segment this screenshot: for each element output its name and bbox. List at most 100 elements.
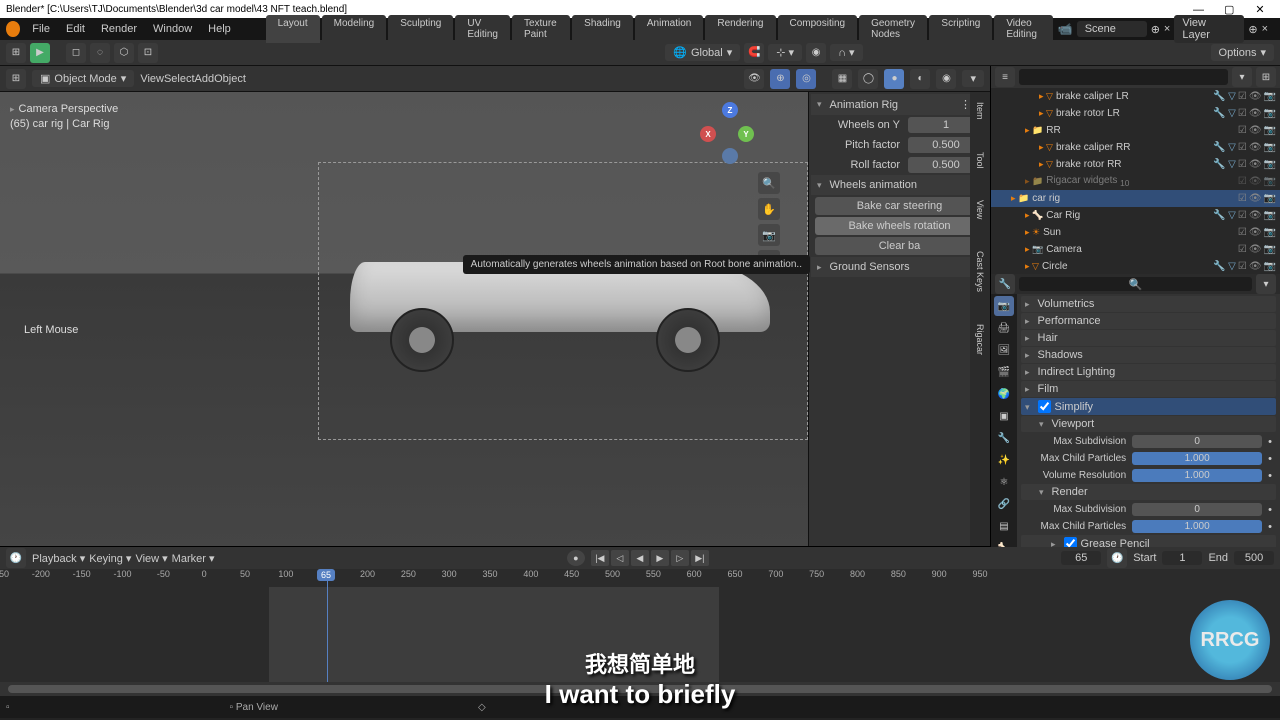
orientation-dropdown[interactable]: 🌐 Global ▾: [665, 44, 740, 61]
tab-render[interactable]: 📷: [994, 296, 1014, 316]
close-button[interactable]: ✕: [1246, 3, 1274, 16]
timeline-track-area[interactable]: [0, 587, 1280, 682]
filter-icon[interactable]: ▾: [1232, 67, 1252, 87]
tab-data[interactable]: ▤: [994, 516, 1014, 536]
overlay-icon[interactable]: ◎: [796, 69, 816, 89]
new-scene-icon[interactable]: ⊕: [1151, 23, 1160, 36]
n-tab-rigacar[interactable]: Rigacar: [973, 318, 987, 361]
tab-shading[interactable]: Shading: [572, 15, 633, 43]
proportional-icon[interactable]: ◉: [806, 43, 826, 63]
timeline-menu-marker[interactable]: Marker ▾: [172, 552, 215, 565]
timeline-menu-view[interactable]: View ▾: [135, 552, 167, 565]
tab-physics[interactable]: ⚛: [994, 472, 1014, 492]
props-editor-type-icon[interactable]: 🔧: [995, 274, 1015, 294]
outliner-item[interactable]: ▸ ▽brake caliper LR🔧 ▽☑👁📷: [991, 88, 1280, 105]
xray-icon[interactable]: ▦: [832, 69, 852, 89]
gizmo-icon[interactable]: ⊕: [770, 69, 790, 89]
tab-compositing[interactable]: Compositing: [778, 15, 858, 43]
end-frame-field[interactable]: 500: [1234, 551, 1274, 565]
keyframe-next-icon[interactable]: ▷: [671, 550, 689, 566]
outliner-display-mode-icon[interactable]: ≡: [995, 67, 1015, 87]
viewport-3d-area[interactable]: Camera Perspective (65) car rig | Car Ri…: [0, 92, 990, 546]
outliner-item[interactable]: ▸ 📁RR☑👁📷: [991, 122, 1280, 139]
solid-shading-icon[interactable]: ●: [884, 69, 904, 89]
timeline-ruler[interactable]: -250-200-150-100-50050100150200250300350…: [0, 569, 1280, 587]
tab-viewlayer[interactable]: 🖼: [994, 340, 1014, 360]
rendered-shading-icon[interactable]: ◉: [936, 69, 956, 89]
axis-gizmo[interactable]: Z X Y: [700, 102, 760, 162]
tab-video-editing[interactable]: Video Editing: [994, 15, 1052, 43]
outliner-search[interactable]: [1019, 69, 1228, 85]
jump-end-icon[interactable]: ▶|: [691, 550, 709, 566]
simplify-checkbox[interactable]: [1038, 400, 1051, 413]
timeline-menu-playback[interactable]: Playback ▾: [32, 552, 85, 565]
menu-window[interactable]: Window: [145, 21, 200, 37]
panel-animation-rig[interactable]: Animation Rig⋮⋮: [811, 94, 988, 115]
panel-wheels-animation[interactable]: Wheels animation: [811, 175, 988, 195]
props-options-icon[interactable]: ▾: [1256, 274, 1276, 294]
select-lasso-icon[interactable]: ⬡: [114, 43, 134, 63]
tab-particles[interactable]: ✨: [994, 450, 1014, 470]
panel-ground-sensors[interactable]: Ground Sensors: [811, 257, 988, 277]
timeline-menu-keying[interactable]: Keying ▾: [89, 552, 131, 565]
field-r_max_child[interactable]: 1.000: [1132, 520, 1262, 533]
outliner-item[interactable]: ▸ 📷Camera☑👁📷: [991, 241, 1280, 258]
zoom-icon[interactable]: 🔍: [758, 172, 780, 194]
tab-animation[interactable]: Animation: [635, 15, 703, 43]
tab-scripting[interactable]: Scripting: [929, 15, 992, 43]
current-frame-field[interactable]: 65: [1061, 551, 1101, 565]
snap-toggle-icon[interactable]: 🧲: [744, 43, 764, 63]
props-section-performance[interactable]: Performance: [1021, 313, 1276, 329]
shading-dropdown[interactable]: ▾: [962, 70, 984, 87]
viewport-menu-select[interactable]: Select: [164, 73, 195, 85]
clear-bake-button[interactable]: Clear ba: [815, 237, 984, 255]
n-tab-cast-keys[interactable]: Cast Keys: [973, 245, 987, 298]
tab-sculpting[interactable]: Sculpting: [388, 15, 453, 43]
props-simplify[interactable]: Simplify: [1021, 398, 1276, 415]
bake-wheels-rotation-button[interactable]: Bake wheels rotation: [815, 217, 984, 235]
props-viewport[interactable]: Viewport: [1021, 416, 1276, 432]
scrollbar-horizontal[interactable]: [8, 685, 1272, 693]
menu-help[interactable]: Help: [200, 21, 239, 37]
selectability-icon[interactable]: 👁: [744, 69, 764, 89]
tab-layout[interactable]: Layout: [266, 15, 320, 43]
new-viewlayer-icon[interactable]: ⊕: [1248, 23, 1257, 36]
outliner-item[interactable]: ▸ 📁car rig☑👁📷: [991, 190, 1280, 207]
mode-selector[interactable]: ▣ Object Mode ▾: [32, 70, 134, 87]
n-tab-tool[interactable]: Tool: [973, 146, 987, 175]
select-circle-icon[interactable]: ◌: [90, 43, 110, 63]
browse-scene-icon[interactable]: 📹: [1058, 22, 1073, 36]
snap-mode-dropdown[interactable]: ⊹ ▾: [768, 44, 802, 61]
tab-constraints[interactable]: 🔗: [994, 494, 1014, 514]
3d-viewport[interactable]: ⊞ ▣ Object Mode ▾ ViewSelectAddObject 👁 …: [0, 66, 990, 546]
outliner-item[interactable]: ▸ 📁Rigacar widgets 10☑👁📷: [991, 173, 1280, 190]
pan-icon[interactable]: ✋: [758, 198, 780, 220]
viewport-menu-view[interactable]: View: [140, 73, 164, 85]
maximize-button[interactable]: ▢: [1215, 3, 1243, 16]
viewport-menu-add[interactable]: Add: [195, 73, 215, 85]
auto-key-icon[interactable]: ●: [567, 550, 585, 566]
n-tab-item[interactable]: Item: [973, 96, 987, 126]
outliner-item[interactable]: ▸ ▽Circle🔧 ▽☑👁📷: [991, 258, 1280, 274]
viewport-menu-object[interactable]: Object: [214, 73, 246, 85]
tab-output[interactable]: 🖨: [994, 318, 1014, 338]
delete-scene-icon[interactable]: ×: [1164, 23, 1170, 35]
matprev-shading-icon[interactable]: ◐: [910, 69, 930, 89]
scene-selector[interactable]: Scene: [1077, 21, 1147, 37]
tab-geometry-nodes[interactable]: Geometry Nodes: [859, 15, 927, 43]
keyframe-prev-icon[interactable]: ◁: [611, 550, 629, 566]
outliner-item[interactable]: ▸ ▽brake caliper RR🔧 ▽☑👁📷: [991, 139, 1280, 156]
delete-viewlayer-icon[interactable]: ×: [1262, 23, 1268, 35]
tab-uv-editing[interactable]: UV Editing: [455, 15, 510, 43]
bake-car-steering-button[interactable]: Bake car steering: [815, 197, 984, 215]
field-max_subdiv[interactable]: 0: [1132, 435, 1262, 448]
props-section-volumetrics[interactable]: Volumetrics: [1021, 296, 1276, 312]
minimize-button[interactable]: —: [1184, 4, 1212, 16]
field-vol_res[interactable]: 1.000: [1132, 469, 1262, 482]
tab-scene[interactable]: 🎬: [994, 362, 1014, 382]
tab-world[interactable]: 🌍: [994, 384, 1014, 404]
props-render[interactable]: Render: [1021, 484, 1276, 500]
tab-modifier[interactable]: 🔧: [994, 428, 1014, 448]
play-reverse-icon[interactable]: ◀: [631, 550, 649, 566]
timeline-editor-type-icon[interactable]: 🕐: [6, 548, 26, 568]
